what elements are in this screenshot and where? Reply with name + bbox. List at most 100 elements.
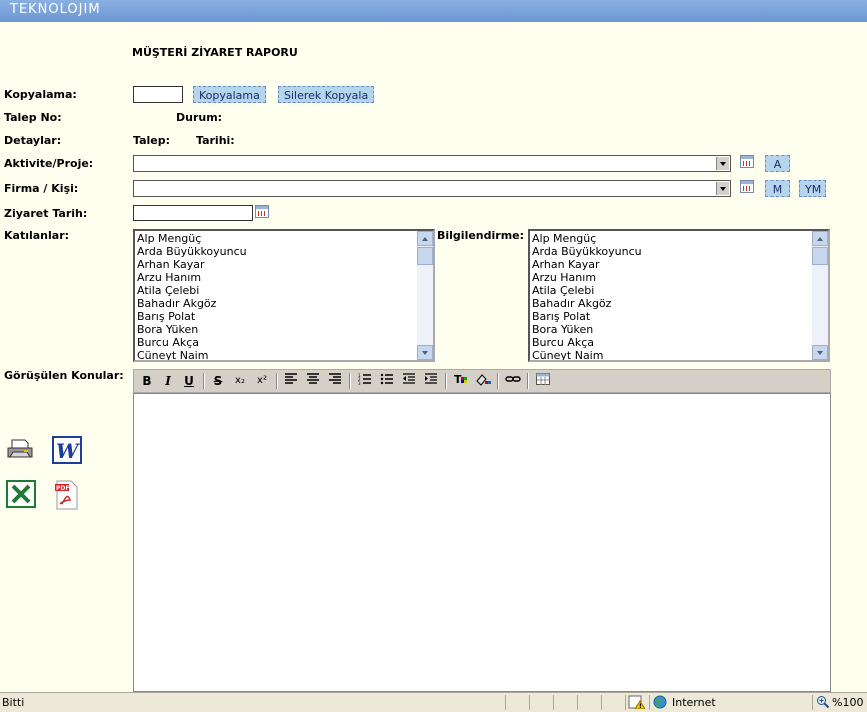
svg-text:T: T — [454, 373, 462, 386]
indent-icon[interactable] — [422, 373, 440, 389]
svg-text:W: W — [56, 439, 81, 463]
durum-label: Durum: — [176, 111, 223, 124]
talep-label: Talep: — [133, 134, 171, 147]
toolbar-separator — [527, 373, 529, 389]
calendar-icon[interactable] — [740, 155, 754, 168]
scroll-down-icon[interactable] — [417, 345, 433, 360]
firma-ym-button[interactable]: YM — [799, 180, 826, 197]
page-title: MÜŞTERİ ZİYARET RAPORU — [132, 46, 298, 59]
subscript-button[interactable]: x₂ — [231, 373, 249, 389]
status-cell — [601, 695, 625, 710]
background-color-icon[interactable] — [474, 373, 492, 389]
svg-text:PDF: PDF — [56, 485, 69, 492]
list-item[interactable]: Arda Büyükkoyuncu — [137, 245, 415, 258]
list-item[interactable]: Arzu Hanım — [137, 271, 415, 284]
list-item[interactable]: Alp Mengüç — [137, 232, 415, 245]
chevron-down-icon[interactable] — [716, 182, 729, 195]
scrollbar[interactable] — [812, 231, 828, 360]
scroll-up-icon[interactable] — [417, 231, 433, 246]
katilanlar-label: Katılanlar: — [4, 229, 70, 242]
toolbar-separator — [497, 373, 499, 389]
gorusulen-konular-label: Görüşülen Konular: — [4, 369, 124, 382]
katilanlar-listbox[interactable]: Alp Mengüç Arda Büyükkoyuncu Arhan Kayar Ar… — [133, 229, 435, 362]
scrollbar[interactable] — [417, 231, 433, 360]
zoom-icon[interactable] — [816, 695, 830, 709]
kopyalama-input[interactable] — [133, 86, 183, 103]
excel-icon[interactable] — [6, 480, 36, 508]
list-item[interactable]: Bahadır Akgöz — [532, 297, 810, 310]
zoom-cell[interactable]: %100 — [812, 695, 867, 710]
svg-text:!: ! — [639, 703, 642, 709]
firma-label: Firma / Kişi: — [4, 182, 79, 195]
toolbar-separator — [203, 373, 205, 389]
align-left-icon[interactable] — [282, 373, 300, 389]
scroll-down-icon[interactable] — [812, 345, 828, 360]
silerek-kopyala-button[interactable]: Silerek Kopyala — [278, 86, 375, 103]
list-item[interactable]: Burcu Akça — [532, 336, 810, 349]
list-item[interactable]: Cüneyt Naim — [137, 349, 415, 360]
zone-label: Internet — [672, 696, 716, 709]
list-item[interactable]: Burcu Akça — [137, 336, 415, 349]
status-cell — [577, 695, 601, 710]
pdf-icon[interactable]: PDF — [52, 480, 82, 510]
status-cell — [505, 695, 529, 710]
list-item[interactable]: Barış Polat — [532, 310, 810, 323]
list-item[interactable]: Bora Yüken — [137, 323, 415, 336]
kopyalama-button[interactable]: Kopyalama — [193, 86, 266, 103]
superscript-button[interactable]: x² — [253, 373, 271, 389]
editor-toolbar: B I U S x₂ x² 123 T — [133, 369, 831, 393]
calendar-icon[interactable] — [255, 205, 269, 218]
list-item[interactable]: Barış Polat — [137, 310, 415, 323]
ordered-list-icon[interactable]: 123 — [356, 373, 374, 389]
detaylar-label: Detaylar: — [4, 134, 62, 147]
firma-select[interactable] — [133, 180, 731, 197]
calendar-icon[interactable] — [740, 180, 754, 193]
list-item[interactable]: Arhan Kayar — [137, 258, 415, 271]
text-color-icon[interactable]: T — [452, 373, 470, 389]
aktivite-a-button[interactable]: A — [765, 155, 790, 172]
list-item[interactable]: Atila Çelebi — [532, 284, 810, 297]
list-item[interactable]: Cüneyt Naim — [532, 349, 810, 360]
aktivite-select[interactable] — [133, 155, 731, 172]
word-icon[interactable]: W — [52, 436, 82, 464]
toolbar-separator — [276, 373, 278, 389]
ziyaret-tarih-input[interactable] — [133, 205, 253, 221]
list-item[interactable]: Arhan Kayar — [532, 258, 810, 271]
unordered-list-icon[interactable] — [378, 373, 396, 389]
list-item[interactable]: Alp Mengüç — [532, 232, 810, 245]
underline-button[interactable]: U — [180, 373, 198, 389]
talep-no-label: Talep No: — [4, 111, 62, 124]
list-item[interactable]: Atila Çelebi — [137, 284, 415, 297]
list-item[interactable]: Arda Büyükkoyuncu — [532, 245, 810, 258]
strikethrough-button[interactable]: S — [209, 373, 227, 389]
italic-button[interactable]: I — [159, 373, 177, 389]
outdent-icon[interactable] — [400, 373, 418, 389]
status-bar: Bitti ! Internet %100 — [0, 692, 867, 712]
list-item[interactable]: Arzu Hanım — [532, 271, 810, 284]
toolbar-separator — [349, 373, 351, 389]
editor-content-area[interactable] — [133, 393, 831, 692]
svg-text:3: 3 — [358, 381, 361, 385]
list-item[interactable]: Bora Yüken — [532, 323, 810, 336]
align-center-icon[interactable] — [304, 373, 322, 389]
print-icon[interactable] — [6, 436, 34, 462]
status-cell: ! — [625, 695, 649, 710]
bilgilendirme-listbox[interactable]: Alp Mengüç Arda Büyükkoyuncu Arhan Kayar Ar… — [528, 229, 830, 362]
status-text: Bitti — [2, 696, 25, 709]
kopyalama-label: Kopyalama: — [4, 88, 77, 101]
security-warning-icon[interactable]: ! — [628, 695, 648, 709]
scroll-thumb[interactable] — [417, 247, 433, 265]
align-right-icon[interactable] — [326, 373, 344, 389]
bilgilendirme-label: Bilgilendirme: — [437, 229, 525, 242]
list-item[interactable]: Bahadır Akgöz — [137, 297, 415, 310]
bold-button[interactable]: B — [138, 373, 156, 389]
app-logo: TEKNOLOJIM — [10, 2, 101, 17]
scroll-up-icon[interactable] — [812, 231, 828, 246]
firma-m-button[interactable]: M — [765, 180, 790, 197]
bilgilendirme-items: Alp Mengüç Arda Büyükkoyuncu Arhan Kayar Ar… — [532, 232, 810, 360]
table-icon[interactable] — [534, 373, 552, 389]
chevron-down-icon[interactable] — [716, 157, 729, 170]
link-icon[interactable] — [504, 373, 522, 389]
scroll-thumb[interactable] — [812, 247, 828, 265]
aktivite-label: Aktivite/Proje: — [4, 157, 94, 170]
